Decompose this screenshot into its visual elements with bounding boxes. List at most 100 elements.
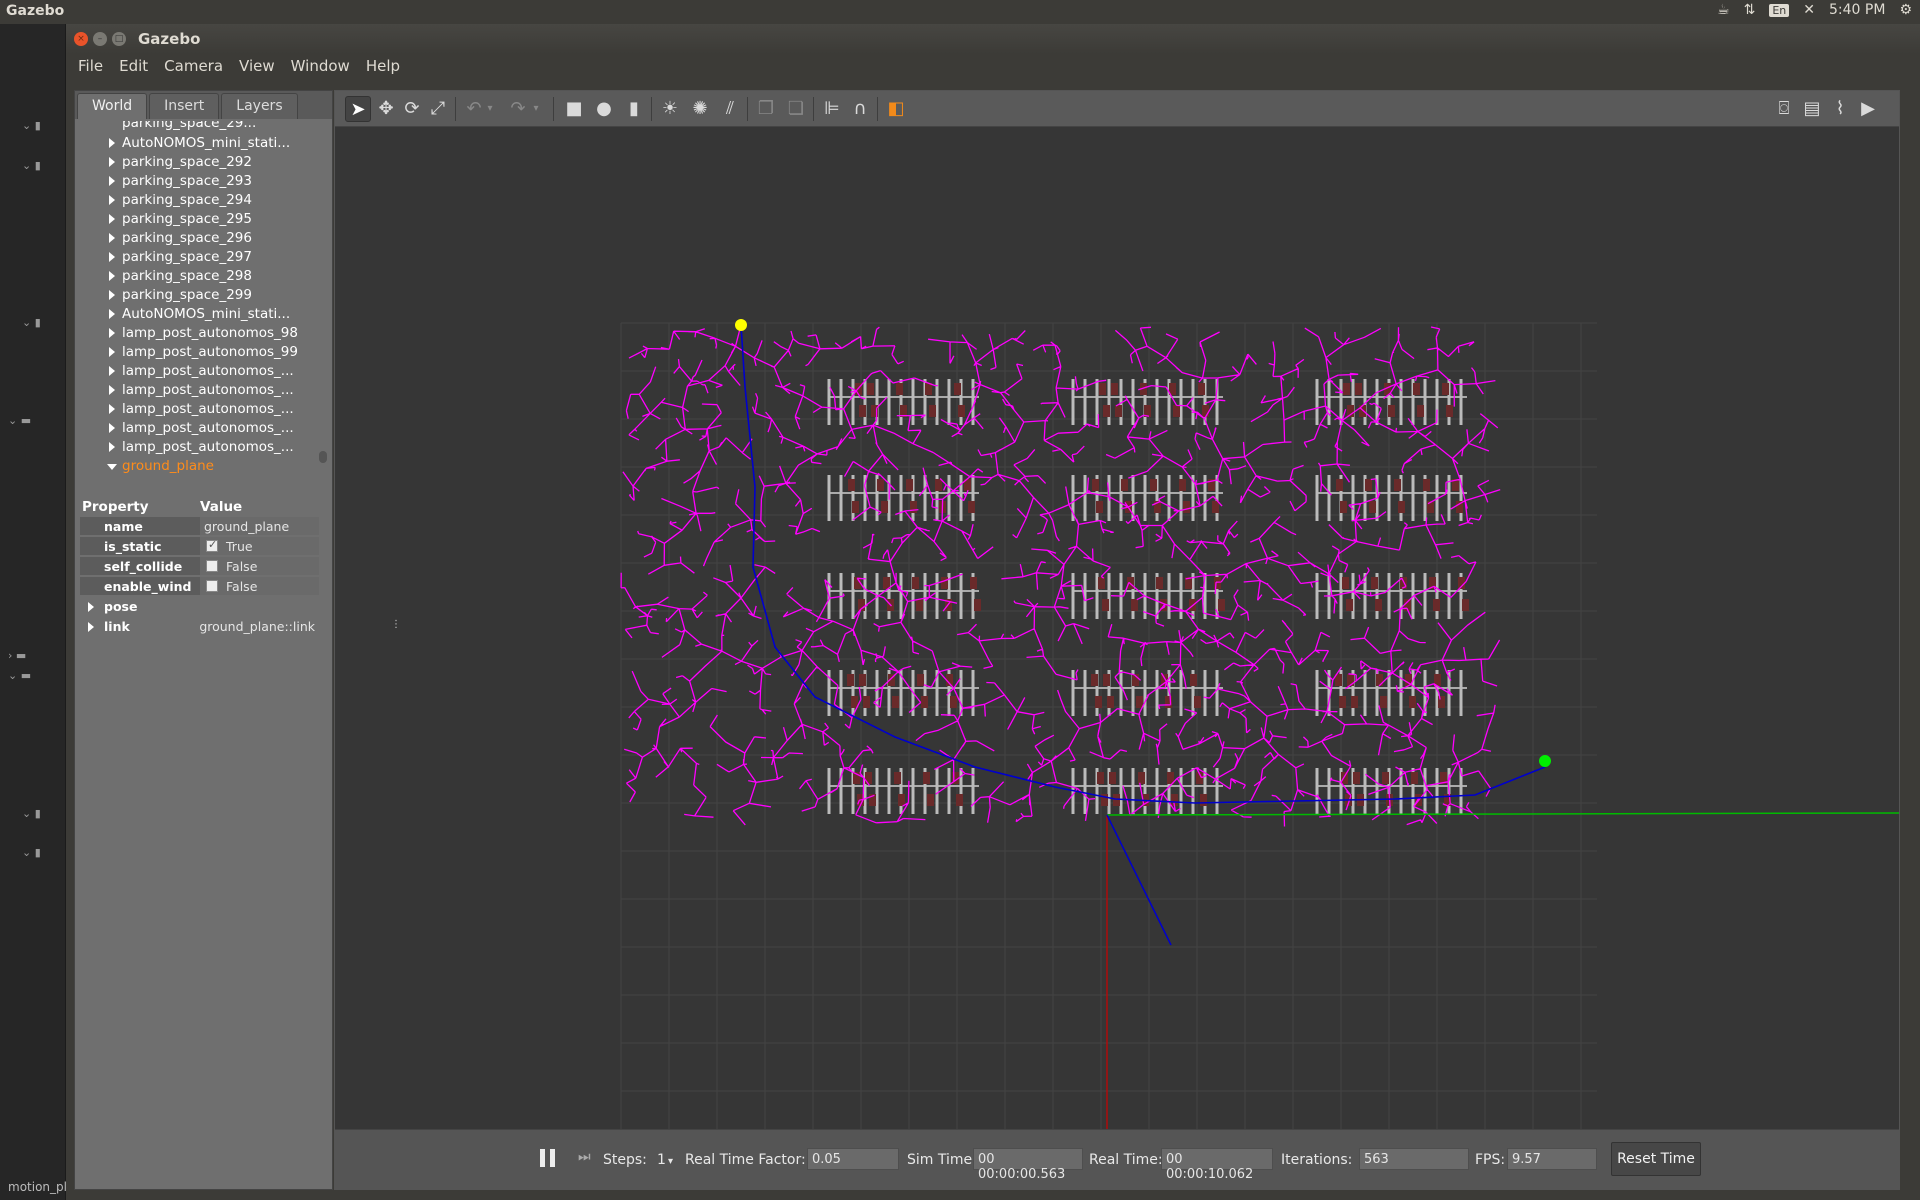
expand-arrow-icon[interactable] <box>109 385 115 395</box>
cylinder-icon[interactable]: ▮ <box>621 96 647 122</box>
tree-item[interactable]: parking_space_295 <box>75 211 315 230</box>
window-titlebar[interactable]: × – □ Gazebo <box>66 24 1920 54</box>
property-row-link[interactable]: link ground_plane::link <box>80 617 319 637</box>
screenshot-icon[interactable]: ⌼ <box>1771 96 1797 122</box>
rotate-icon[interactable]: ⟳ <box>399 96 425 122</box>
menu-edit[interactable]: Edit <box>113 54 154 80</box>
expand-arrow-icon[interactable] <box>109 328 115 338</box>
volume-muted-icon[interactable]: ✕ <box>1803 2 1815 18</box>
log-icon[interactable]: ▤ <box>1799 96 1825 122</box>
name-value-field[interactable]: ground_plane <box>200 517 319 535</box>
view-angle-icon[interactable]: ◧ <box>883 96 909 122</box>
tree-item[interactable]: parking_space_29... <box>75 121 315 134</box>
tree-item[interactable]: lamp_post_autonomos_... <box>75 382 315 401</box>
tree-item[interactable]: parking_space_299 <box>75 287 315 306</box>
network-icon[interactable]: ⇅ <box>1744 2 1756 18</box>
3d-scene[interactable] <box>335 127 1899 1129</box>
box-icon[interactable]: ■ <box>561 96 587 122</box>
panel-splitter-handle[interactable]: ⋮ <box>391 619 401 659</box>
settings-gear-icon[interactable]: ⚙ <box>1899 2 1912 18</box>
menu-window[interactable]: Window <box>285 54 356 80</box>
steps-dropdown-icon[interactable]: ▾ <box>668 1156 673 1167</box>
pause-button[interactable] <box>540 1149 558 1169</box>
step-button[interactable]: ⏭ <box>578 1149 594 1169</box>
tree-item[interactable]: AutoNOMOS_mini_stati... <box>75 135 315 154</box>
tab-layers[interactable]: Layers <box>221 93 298 119</box>
expand-arrow-icon[interactable] <box>109 138 115 148</box>
menu-camera[interactable]: Camera <box>158 54 229 80</box>
point-light-icon[interactable]: ☀ <box>657 96 683 122</box>
maximize-window-button[interactable]: □ <box>112 32 126 46</box>
select-arrow-icon[interactable]: ➤ <box>345 96 371 122</box>
scale-icon[interactable]: ⤢ <box>425 96 451 122</box>
translate-icon[interactable]: ✥ <box>373 96 399 122</box>
model-tree[interactable]: parking_space_29... AutoNOMOS_mini_stati… <box>75 121 332 491</box>
parked-car <box>1376 674 1383 686</box>
menu-view[interactable]: View <box>233 54 281 80</box>
tree-item[interactable]: lamp_post_autonomos_... <box>75 401 315 420</box>
is-static-checkbox[interactable] <box>206 538 218 552</box>
parked-car <box>1198 383 1205 395</box>
self-collide-checkbox[interactable] <box>206 560 218 572</box>
expand-arrow-icon[interactable] <box>109 176 115 186</box>
tree-item[interactable]: lamp_post_autonomos_99 <box>75 344 315 363</box>
tab-world[interactable]: World <box>77 93 148 119</box>
tree-item[interactable]: lamp_post_autonomos_98 <box>75 325 315 344</box>
collapse-arrow-icon[interactable] <box>107 464 117 470</box>
expand-arrow-icon[interactable] <box>109 252 115 262</box>
tree-item[interactable]: parking_space_297 <box>75 249 315 268</box>
expand-arrow-icon[interactable] <box>109 290 115 300</box>
parked-car <box>1341 772 1348 784</box>
keyboard-layout-indicator[interactable]: En <box>1769 3 1790 17</box>
paste-icon[interactable]: ❏ <box>783 96 809 122</box>
align-icon[interactable]: ⊫ <box>819 96 845 122</box>
reset-time-button[interactable]: Reset Time <box>1611 1142 1701 1176</box>
tree-item[interactable]: lamp_post_autonomos_... <box>75 420 315 439</box>
tree-item[interactable]: parking_space_298 <box>75 268 315 287</box>
clock[interactable]: 5:40 PM <box>1829 2 1885 18</box>
expand-arrow-icon[interactable] <box>109 195 115 205</box>
parked-car <box>950 696 957 708</box>
expand-arrow-icon[interactable] <box>109 157 115 167</box>
expand-arrow-icon[interactable] <box>109 366 115 376</box>
close-window-button[interactable]: × <box>74 32 88 46</box>
sphere-icon[interactable]: ● <box>591 96 617 122</box>
minimize-window-button[interactable]: – <box>93 32 107 46</box>
expand-arrow-icon[interactable] <box>109 423 115 433</box>
expand-arrow-icon[interactable] <box>109 347 115 357</box>
undo-history-dropdown-icon[interactable]: ▾ <box>483 96 497 122</box>
coffee-icon[interactable]: ☕ <box>1717 2 1730 18</box>
parked-car <box>1423 479 1430 491</box>
copy-icon[interactable]: ❐ <box>753 96 779 122</box>
expand-arrow-icon[interactable] <box>109 214 115 224</box>
tree-item[interactable]: lamp_post_autonomos_... <box>75 439 315 458</box>
property-row-pose[interactable]: pose <box>80 597 319 617</box>
directional-light-icon[interactable]: ⫽ <box>717 96 743 122</box>
parked-car <box>925 383 932 395</box>
video-icon[interactable]: ▶ <box>1855 96 1881 122</box>
tree-item[interactable]: parking_space_292 <box>75 154 315 173</box>
redo-history-dropdown-icon[interactable]: ▾ <box>529 96 543 122</box>
spot-light-icon[interactable]: ✺ <box>687 96 713 122</box>
tree-item[interactable]: parking_space_294 <box>75 192 315 211</box>
tab-insert[interactable]: Insert <box>149 93 220 119</box>
tree-item[interactable]: parking_space_293 <box>75 173 315 192</box>
expand-arrow-icon[interactable] <box>109 233 115 243</box>
plot-icon[interactable]: ⌇ <box>1827 96 1853 122</box>
tree-item-ground-plane[interactable]: ground_plane <box>75 458 315 477</box>
expand-arrow-icon[interactable] <box>109 404 115 414</box>
steps-spinbox[interactable]: 1 <box>657 1152 666 1168</box>
tree-item[interactable]: lamp_post_autonomos_... <box>75 363 315 382</box>
redo-icon[interactable]: ↷ <box>505 96 531 122</box>
tree-scrollbar[interactable] <box>319 451 327 463</box>
menu-file[interactable]: File <box>72 54 109 80</box>
enable-wind-checkbox[interactable] <box>206 580 218 592</box>
tree-item[interactable]: parking_space_296 <box>75 230 315 249</box>
tree-item[interactable]: AutoNOMOS_mini_stati... <box>75 306 315 325</box>
rtf-value: 0.05 <box>807 1148 899 1170</box>
snap-icon[interactable]: ∩ <box>847 96 873 122</box>
menu-help[interactable]: Help <box>360 54 406 80</box>
expand-arrow-icon[interactable] <box>109 271 115 281</box>
expand-arrow-icon[interactable] <box>109 309 115 319</box>
expand-arrow-icon[interactable] <box>109 442 115 452</box>
